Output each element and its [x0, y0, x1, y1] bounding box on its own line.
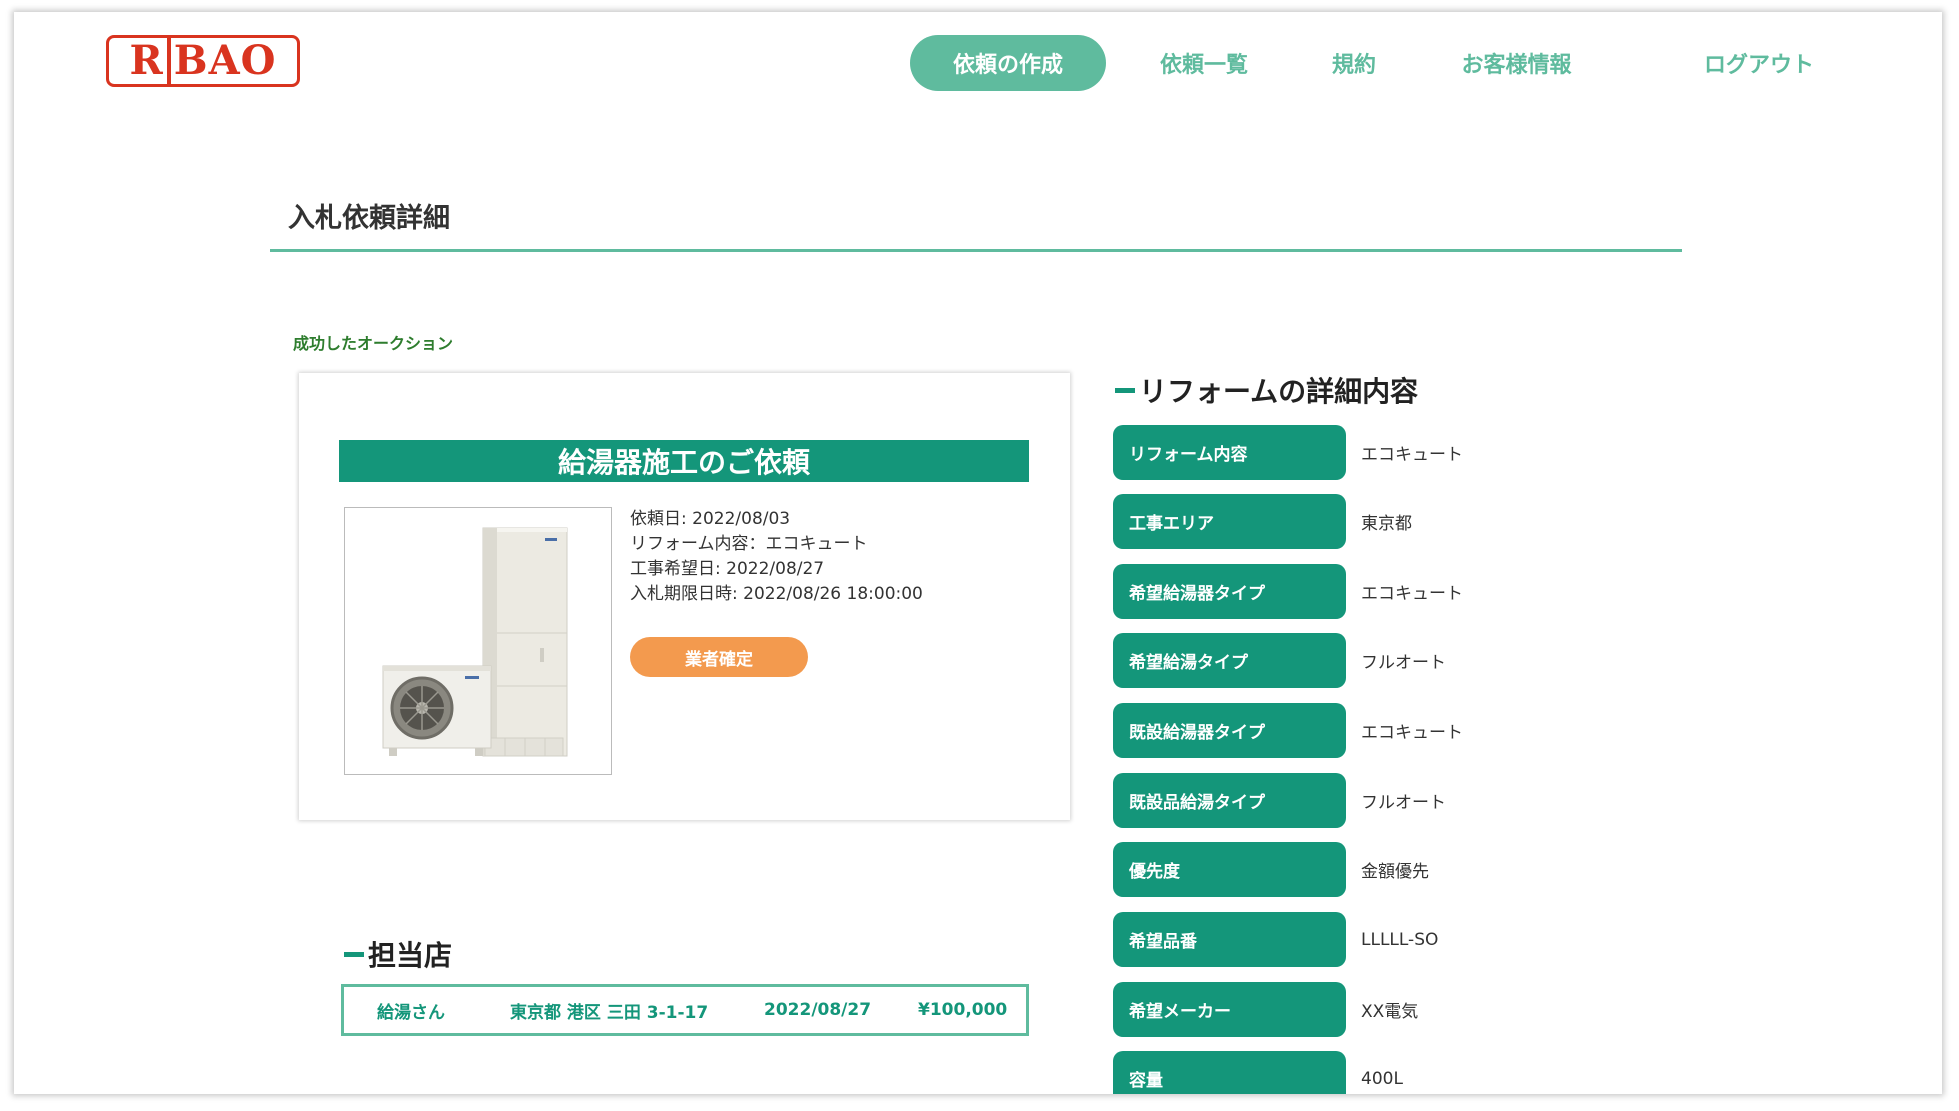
success-message: 成功したオークション — [293, 334, 454, 353]
confirm-contractor-button[interactable]: 業者確定 — [630, 637, 808, 677]
bid-deadline: 入札期限日時: 2022/08/26 18:00:00 — [630, 584, 923, 604]
detail-label: リフォーム内容 — [1113, 425, 1346, 480]
detail-label: 既設品給湯タイプ — [1113, 773, 1346, 828]
detail-value: エコキュート — [1361, 723, 1463, 743]
title-divider — [270, 249, 1682, 252]
detail-value: フルオート — [1361, 793, 1446, 813]
page-title: 入札依頼詳細 — [288, 203, 450, 234]
detail-label: 容量 — [1113, 1051, 1346, 1094]
store-date: 2022/08/27 — [764, 1000, 872, 1020]
detail-value: フルオート — [1361, 653, 1446, 673]
request-date: 依頼日: 2022/08/03 — [630, 509, 791, 529]
detail-value: LLLLL-SO — [1361, 929, 1439, 950]
detail-label: 既設給湯器タイプ — [1113, 703, 1346, 758]
detail-label: 希望給湯タイプ — [1113, 633, 1346, 688]
store-heading-text: 担当店 — [368, 939, 453, 972]
card-banner: 給湯器施工のご依頼 — [339, 440, 1029, 482]
reform-content: リフォーム内容：エコキュート — [630, 534, 868, 554]
detail-label: 希望給湯器タイプ — [1113, 564, 1346, 619]
detail-label: 希望メーカー — [1113, 982, 1346, 1037]
water-heater-image — [344, 507, 612, 775]
nav-request-list[interactable]: 依頼一覧 — [1139, 35, 1269, 91]
nav-logout[interactable]: ログアウト — [1684, 35, 1834, 91]
detail-value: エコキュート — [1361, 445, 1463, 465]
detail-label: 希望品番 — [1113, 912, 1346, 967]
store-row[interactable]: 給湯さん 東京都 港区 三田 3-1-17 2022/08/27 ¥100,00… — [341, 984, 1029, 1036]
detail-value: 金額優先 — [1361, 862, 1429, 882]
details-heading-text: リフォームの詳細内容 — [1139, 375, 1419, 408]
store-address: 東京都 港区 三田 3-1-17 — [510, 1002, 709, 1023]
store-name: 給湯さん — [377, 1002, 445, 1023]
construction-date: 工事希望日: 2022/08/27 — [630, 559, 825, 579]
request-info: 依頼日: 2022/08/03 リフォーム内容：エコキュート 工事希望日: 20… — [630, 507, 923, 607]
heading-dash — [1115, 387, 1135, 393]
detail-label: 優先度 — [1113, 842, 1346, 897]
details-heading: リフォームの詳細内容 — [1115, 370, 1418, 410]
detail-value: 東京都 — [1361, 514, 1412, 534]
store-heading: 担当店 — [344, 934, 452, 974]
logo-bar — [166, 37, 171, 85]
request-card: 給湯器施工のご依頼 依頼日: 2022/08/03 リフォーム内容：エコキュート… — [299, 373, 1070, 820]
detail-value: エコキュート — [1361, 584, 1463, 604]
heading-dash — [344, 951, 364, 957]
nav-terms[interactable]: 規約 — [1314, 35, 1394, 91]
nav-customer-info[interactable]: お客様情報 — [1439, 35, 1594, 91]
detail-label: 工事エリア — [1113, 494, 1346, 549]
logo-letters: BAO — [173, 37, 277, 84]
eco-cute-illustration — [382, 527, 568, 757]
store-price: ¥100,000 — [918, 1000, 1008, 1020]
logo-letter: R — [129, 37, 164, 84]
detail-value: 400L — [1361, 1068, 1403, 1089]
nav-create-request[interactable]: 依頼の作成 — [910, 35, 1106, 91]
detail-value: XX電気 — [1361, 1002, 1419, 1022]
ribao-logo[interactable]: R BAO — [106, 35, 300, 87]
app-frame: R BAO 依頼の作成 依頼一覧 規約 お客様情報 ログアウト 入札依頼詳細 成功… — [14, 12, 1942, 1094]
